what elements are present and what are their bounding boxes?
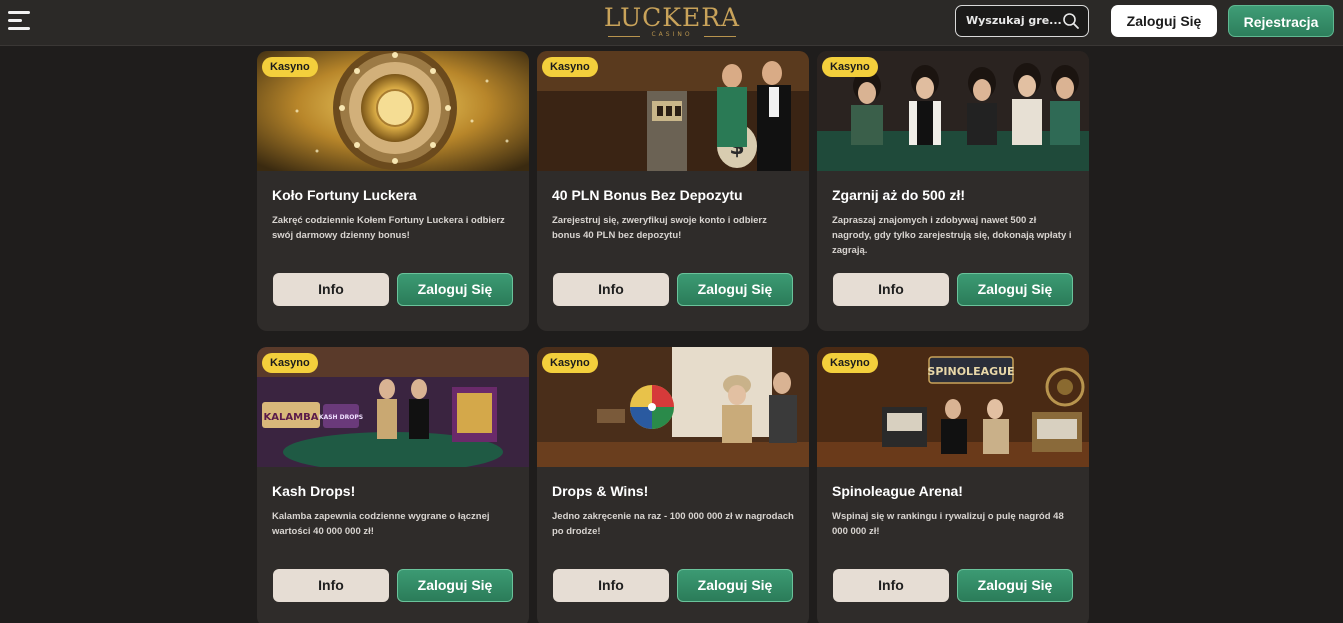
luckera-logo[interactable]: LUCKERA CASINO: [600, 3, 744, 43]
promo-description: Wspinaj się w rankingu i rywalizuj o pul…: [832, 511, 1064, 537]
info-button[interactable]: Info: [553, 273, 669, 306]
promo-description: Zapraszaj znajomych i zdobywaj nawet 500…: [832, 215, 1072, 256]
category-badge: Kasyno: [822, 353, 878, 373]
promo-title: Spinoleague Arena!: [832, 483, 963, 499]
top-header: LUCKERA CASINO Zaloguj Się Rejestracja: [0, 0, 1343, 46]
promo-description: Zarejestruj się, zweryfikuj swoje konto …: [552, 215, 767, 241]
info-button[interactable]: Info: [553, 569, 669, 602]
search-icon[interactable]: [1062, 12, 1080, 30]
promo-title: Kash Drops!: [272, 483, 356, 499]
logo-text: LUCKERA: [603, 3, 741, 32]
register-button[interactable]: Rejestracja: [1228, 5, 1334, 37]
search-input[interactable]: [966, 14, 1062, 27]
promo-title: Drops & Wins!: [552, 483, 649, 499]
category-badge: Kasyno: [262, 57, 318, 77]
category-badge: Kasyno: [822, 57, 878, 77]
promo-card-no-deposit-bonus: $ Kasyno 40 PLN Bonus Bez Depozytu Zarej…: [537, 51, 809, 331]
category-badge: Kasyno: [542, 353, 598, 373]
svg-text:SPINOLEAGUE: SPINOLEAGUE: [927, 365, 1014, 378]
promo-title: Zgarnij aż do 500 zł!: [832, 187, 966, 203]
info-button[interactable]: Info: [833, 273, 949, 306]
card-login-button[interactable]: Zaloguj Się: [677, 569, 793, 602]
card-login-button[interactable]: Zaloguj Się: [957, 569, 1073, 602]
category-badge: Kasyno: [542, 57, 598, 77]
promo-description: Kalamba zapewnia codzienne wygrane o łąc…: [272, 511, 490, 537]
logo-line-left: [608, 36, 640, 37]
card-login-button[interactable]: Zaloguj Się: [397, 273, 513, 306]
card-login-button[interactable]: Zaloguj Się: [677, 273, 793, 306]
logo-line-right: [704, 36, 736, 37]
search-box[interactable]: [955, 5, 1089, 37]
promo-card-spinoleague: SPINOLEAGUE Kasyno Spinoleague Arena! Ws…: [817, 347, 1089, 623]
promo-card-fortune-wheel: Kasyno Koło Fortuny Luckera Zakręć codzi…: [257, 51, 529, 331]
svg-text:KALAMBA: KALAMBA: [264, 412, 319, 423]
promo-card-drops-wins: Kasyno Drops & Wins! Jedno zakręcenie na…: [537, 347, 809, 623]
card-login-button[interactable]: Zaloguj Się: [397, 569, 513, 602]
card-login-button[interactable]: Zaloguj Się: [957, 273, 1073, 306]
category-badge: Kasyno: [262, 353, 318, 373]
promo-title: Koło Fortuny Luckera: [272, 187, 417, 203]
promo-card-refer-friends: Kasyno Zgarnij aż do 500 zł! Zapraszaj z…: [817, 51, 1089, 331]
info-button[interactable]: Info: [273, 569, 389, 602]
hamburger-menu-icon[interactable]: [8, 11, 32, 33]
header-login-button[interactable]: Zaloguj Się: [1111, 5, 1217, 37]
promo-card-kash-drops: KALAMBA KASH DROPS Kasyno Kash Drops! Ka…: [257, 347, 529, 623]
promo-description: Jedno zakręcenie na raz - 100 000 000 zł…: [552, 511, 794, 537]
info-button[interactable]: Info: [273, 273, 389, 306]
svg-text:KASH DROPS: KASH DROPS: [319, 414, 363, 421]
promo-description: Zakręć codziennie Kołem Fortuny Luckera …: [272, 215, 505, 241]
info-button[interactable]: Info: [833, 569, 949, 602]
promo-title: 40 PLN Bonus Bez Depozytu: [552, 187, 743, 203]
